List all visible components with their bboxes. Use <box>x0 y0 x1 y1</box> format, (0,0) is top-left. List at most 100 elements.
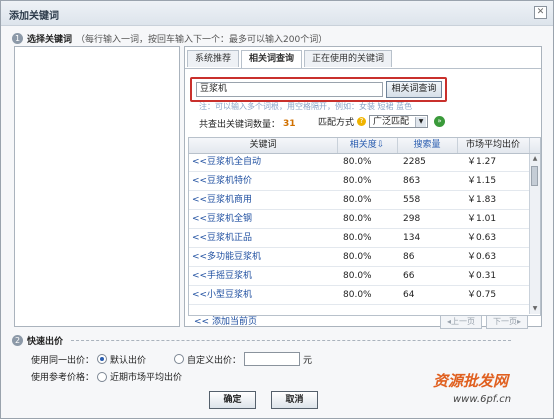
row-relevance: 80.0% <box>343 233 372 243</box>
row-relevance: 80.0% <box>343 195 372 205</box>
bid-unit: 元 <box>303 355 313 366</box>
recent-average-radio[interactable] <box>97 371 108 382</box>
table-row[interactable]: << 豆浆机特价 80.0% 863 ￥1.15 <box>189 173 529 191</box>
header-searches[interactable]: 搜索量 <box>397 138 458 153</box>
add-icon[interactable]: << <box>192 268 207 285</box>
dialog-title: 添加关键词 <box>9 11 59 22</box>
row-keyword: 小型豆浆机 <box>207 290 253 300</box>
add-current-page-link[interactable]: << 添加当前页 <box>194 315 257 329</box>
row-searches: 298 <box>403 214 421 224</box>
search-area-highlight: 豆浆机 相关词查询 <box>190 77 447 102</box>
table-row[interactable]: << 手摇豆浆机 80.0% 66 ￥0.31 <box>189 268 529 286</box>
row-price: ￥1.01 <box>467 214 497 224</box>
uniform-bid-label: 使用同一出价： <box>31 355 95 366</box>
table-row[interactable]: << 豆浆机商用 80.0% 558 ￥1.83 <box>189 192 529 210</box>
row-searches: 863 <box>403 176 421 186</box>
add-icon[interactable]: << <box>192 230 207 247</box>
row-price: ￥0.31 <box>467 271 497 281</box>
dialog-titlebar: 添加关键词 ✕ <box>1 1 553 26</box>
row-keyword: 豆浆机全钢 <box>207 214 253 224</box>
recent-average-label: 近期市场平均出价 <box>110 373 183 383</box>
match-type-label: 匹配方式 <box>318 118 355 128</box>
add-icon[interactable]: << <box>192 154 207 171</box>
row-relevance: 80.0% <box>343 271 372 281</box>
tab-bar: 系统推荐 相关词查询 正在使用的关键词 <box>187 50 394 68</box>
match-type-value: 广泛匹配 <box>373 117 410 127</box>
match-type-row: 匹配方式 ? 广泛匹配 ▼ » <box>318 115 446 128</box>
tab-in-use-keywords[interactable]: 正在使用的关键词 <box>304 50 393 67</box>
result-count: 31 <box>283 118 296 129</box>
chevron-down-icon: ▼ <box>415 117 427 127</box>
go-icon[interactable]: » <box>434 116 446 127</box>
row-price: ￥1.27 <box>467 157 497 167</box>
add-current-page-label: 添加当前页 <box>211 317 257 327</box>
section-title: 快速出价 <box>27 337 64 347</box>
related-search-button[interactable]: 相关词查询 <box>386 81 442 98</box>
row-relevance: 80.0% <box>343 176 372 186</box>
close-icon[interactable]: ✕ <box>534 6 547 19</box>
table-row[interactable]: << 豆浆机正品 80.0% 134 ￥0.63 <box>189 230 529 248</box>
row-keyword: 豆浆机商用 <box>207 195 253 205</box>
prev-page-label: 上一页 <box>451 317 475 326</box>
search-hint: 注：可以输入多个词根，用空格隔开，例如：女装 短裙 蓝色 <box>199 102 413 111</box>
row-searches: 558 <box>403 195 421 205</box>
uniform-bid-row: 使用同一出价： 默认出价 自定义出价： 元 <box>31 352 312 366</box>
add-icon[interactable]: << <box>192 249 207 266</box>
add-icon[interactable]: << <box>192 287 207 304</box>
section-select-keywords: 1 选择关键词 （每行输入一词，按回车输入下一个：最多可以输入200个词） <box>12 32 327 45</box>
table-row[interactable]: << 多功能豆浆机 80.0% 86 ￥0.63 <box>189 249 529 267</box>
row-relevance: 80.0% <box>343 214 372 224</box>
add-all-icon: << <box>194 317 210 327</box>
table-row[interactable]: << 豆浆机全自动 80.0% 2285 ￥1.27 <box>189 154 529 172</box>
tab-system-recommend[interactable]: 系统推荐 <box>187 50 240 67</box>
step-number-1: 1 <box>12 33 23 44</box>
header-relevance-label: 相关度 <box>349 140 377 150</box>
row-price: ￥1.83 <box>467 195 497 205</box>
row-price: ￥0.63 <box>467 233 497 243</box>
keyword-grid: 关键词 相关度⇩ 搜索量 市场平均出价 << 豆浆机全自动 80.0% 2285… <box>188 137 541 316</box>
watermark-url: www.6pf.cn <box>453 394 512 405</box>
row-relevance: 80.0% <box>343 290 372 300</box>
section-note: （每行输入一词，按回车输入下一个：最多可以输入200个词） <box>76 35 328 45</box>
add-icon[interactable]: << <box>192 211 207 228</box>
row-keyword: 多功能豆浆机 <box>207 252 262 262</box>
add-icon[interactable]: << <box>192 192 207 209</box>
custom-bid-radio[interactable] <box>174 354 185 364</box>
section-divider <box>71 340 512 341</box>
grid-footer: << 添加当前页 ◂上一页 下一页▸ <box>188 315 539 329</box>
scroll-down-icon[interactable]: ▼ <box>530 304 540 314</box>
match-type-select[interactable]: 广泛匹配 ▼ <box>369 115 429 128</box>
custom-bid-input[interactable] <box>244 352 301 366</box>
header-price: 市场平均出价 <box>457 138 530 153</box>
custom-bid-label: 自定义出价： <box>187 355 242 366</box>
row-searches: 86 <box>403 252 415 262</box>
row-searches: 134 <box>403 233 421 243</box>
scroll-up-icon[interactable]: ▲ <box>530 154 540 164</box>
prev-page-button[interactable]: ◂上一页 <box>440 315 482 329</box>
tab-divider <box>185 68 541 69</box>
add-icon[interactable]: << <box>192 173 207 190</box>
tab-related-search[interactable]: 相关词查询 <box>241 50 303 68</box>
search-input[interactable]: 豆浆机 <box>196 82 383 97</box>
default-bid-radio[interactable] <box>97 354 108 364</box>
help-icon[interactable]: ? <box>357 117 367 126</box>
default-bid-label: 默认出价 <box>110 355 147 366</box>
table-row[interactable]: << 小型豆浆机 80.0% 64 ￥0.75 <box>189 287 529 305</box>
result-count-label: 共查出关键词数量： <box>199 120 281 130</box>
scroll-thumb[interactable] <box>531 166 538 186</box>
row-keyword: 豆浆机特价 <box>207 176 253 186</box>
header-relevance[interactable]: 相关度⇩ <box>337 138 398 153</box>
confirm-button[interactable]: 确定 <box>209 391 256 409</box>
row-price: ￥1.15 <box>467 176 497 186</box>
reference-bid-label: 使用参考价格： <box>31 373 95 383</box>
cancel-button[interactable]: 取消 <box>271 391 318 409</box>
row-searches: 64 <box>403 290 415 300</box>
result-count-row: 共查出关键词数量： 31 <box>199 117 296 131</box>
sort-down-icon: ⇩ <box>376 140 385 150</box>
next-page-button[interactable]: 下一页▸ <box>486 315 528 329</box>
row-keyword: 手摇豆浆机 <box>207 271 253 281</box>
grid-scrollbar[interactable]: ▲ ▼ <box>529 154 540 314</box>
table-row[interactable]: << 豆浆机全钢 80.0% 298 ￥1.01 <box>189 211 529 229</box>
row-relevance: 80.0% <box>343 252 372 262</box>
keyword-textarea[interactable] <box>14 46 180 327</box>
